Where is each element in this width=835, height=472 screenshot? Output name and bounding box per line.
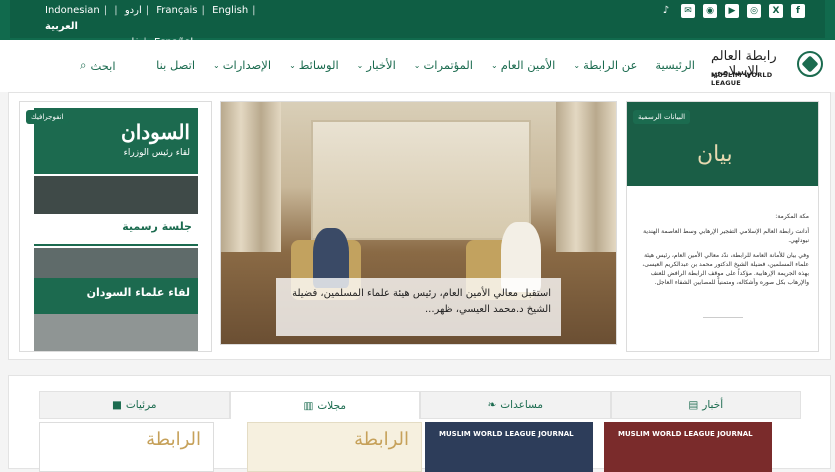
lang-english[interactable]: English: [212, 5, 248, 16]
tab-aid[interactable]: ❧ مساعدات: [420, 391, 611, 419]
nav-home[interactable]: الرئيسية: [655, 58, 695, 72]
handshake-icon: ❧: [487, 399, 497, 411]
hero-section: السودان لقاء رئيس الوزراء انفوجرافيك جلس…: [8, 92, 831, 360]
mail-icon[interactable]: ✉: [681, 4, 695, 18]
infographic-card[interactable]: السودان لقاء رئيس الوزراء انفوجرافيك جلس…: [19, 101, 212, 352]
nav-secretary[interactable]: ⌄ الأمين العام: [491, 58, 555, 72]
statement-text: مكة المكرمة: أدانت رابطة العالم الإسلامي…: [642, 213, 809, 286]
chevron-down-icon: ⌄: [573, 60, 581, 70]
lang-urdu[interactable]: اردو: [125, 5, 142, 16]
book-icon: ▥: [303, 399, 314, 412]
magazine-thumb[interactable]: الرابطة: [39, 422, 214, 472]
logo[interactable]: رابطة العالم الإسلامي MUSLIM WORLD LEAGU…: [711, 49, 823, 87]
header: رابطة العالم الإسلامي MUSLIM WORLD LEAGU…: [0, 40, 835, 92]
newspaper-icon: ▤: [688, 399, 699, 411]
logo-emblem-icon: [797, 51, 823, 77]
infographic-subtitle: لقاء رئيس الوزراء: [123, 148, 190, 158]
statement-badge: البيانات الرسمية: [633, 110, 691, 124]
chevron-down-icon: ⌄: [356, 60, 364, 70]
main-nav: الرئيسية ⌄ عن الرابطة ⌄ الأمين العام ⌄ المؤ…: [80, 58, 695, 72]
chevron-down-icon: ⌄: [490, 60, 498, 70]
magazine-thumb[interactable]: MUSLIM WORLD LEAGUE JOURNAL: [425, 422, 593, 472]
video-icon: ■: [111, 399, 122, 411]
chevron-down-icon: ⌄: [213, 60, 220, 70]
chevron-down-icon: ⌄: [413, 60, 421, 70]
lang-french[interactable]: Français: [156, 5, 197, 16]
featured-caption[interactable]: استقبل معالي الأمين العام، رئيس هيئة علم…: [276, 278, 561, 336]
nav-conferences[interactable]: ⌄ المؤتمرات: [414, 58, 473, 72]
nav-media[interactable]: ⌄ الوسائط: [289, 58, 339, 72]
lang-indonesian[interactable]: Indonesian: [45, 5, 100, 16]
infographic-photo-3: [34, 314, 198, 351]
infographic-mid: جلسة رسمية: [34, 214, 198, 246]
infographic-title: السودان: [121, 120, 190, 144]
tab-news[interactable]: ▤ أخبار: [610, 391, 801, 419]
magazine-thumbs: الرابطة الرابطة MUSLIM WORLD LEAGUE JOUR…: [39, 422, 801, 472]
rss-icon[interactable]: ◉: [703, 4, 717, 18]
infographic-photo-2: [34, 248, 198, 278]
logo-english: MUSLIM WORLD LEAGUE: [711, 71, 773, 87]
instagram-icon[interactable]: ◎: [747, 4, 761, 18]
infographic-badge: انفوجرافيك: [26, 110, 69, 124]
nav-contact[interactable]: اتصل بنا: [156, 58, 195, 72]
magazine-thumb[interactable]: الرابطة: [247, 422, 422, 472]
x-icon[interactable]: X: [769, 4, 783, 18]
nav-about[interactable]: ⌄ عن الرابطة: [573, 58, 637, 72]
top-bar: Indonesian | | اردو | Français | English | ا…: [0, 0, 835, 48]
statement-card[interactable]: بيان البيانات الرسمية مكة المكرمة: أدانت…: [626, 101, 819, 352]
magazine-thumb[interactable]: MUSLIM WORLD LEAGUE JOURNAL: [604, 422, 772, 472]
social-icons: ♪ ✉ ◉ ▶ ◎ X f: [659, 4, 805, 18]
youtube-icon[interactable]: ▶: [725, 4, 739, 18]
nav-publications[interactable]: ⌄ الإصدارات: [213, 58, 271, 72]
media-section: ▤ أخبار ❧ مساعدات ▥ مجلات ■ مرئيات الرابطة ا…: [8, 375, 831, 472]
infographic-bottom-header: لقاء علماء السودان: [34, 278, 198, 314]
featured-news-card[interactable]: استقبل معالي الأمين العام، رئيس هيئة علم…: [220, 101, 617, 345]
statement-calligraphy: بيان: [697, 142, 733, 167]
nav-news[interactable]: ⌄ الأخبار: [357, 58, 396, 72]
infographic-photo-1: [34, 176, 198, 214]
tab-magazines[interactable]: ▥ مجلات: [229, 391, 420, 419]
chevron-down-icon: ⌄: [289, 60, 296, 70]
lang-arabic[interactable]: العربية: [45, 21, 78, 32]
facebook-icon[interactable]: f: [791, 4, 805, 18]
statement-logo-icon: [703, 317, 743, 337]
media-tabs: ▤ أخبار ❧ مساعدات ▥ مجلات ■ مرئيات: [39, 391, 801, 419]
tab-videos[interactable]: ■ مرئيات: [39, 391, 230, 419]
tiktok-icon[interactable]: ♪: [659, 4, 673, 18]
